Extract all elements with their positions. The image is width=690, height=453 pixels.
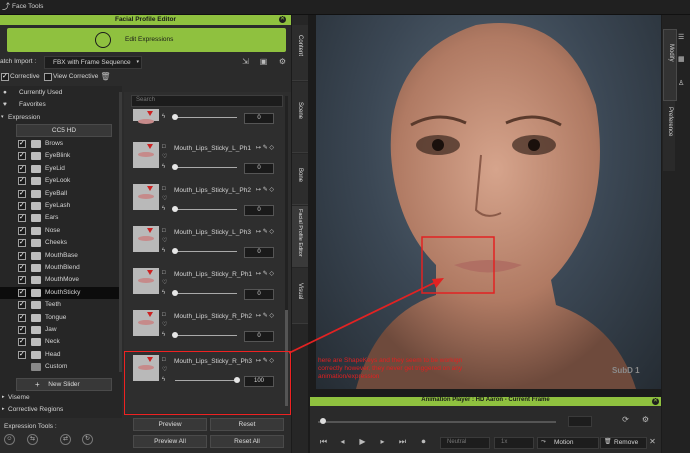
record-icon[interactable]: ⏺ [418, 436, 429, 447]
close-icon[interactable]: ✕ [647, 436, 658, 447]
speed-select[interactable]: Neutral [440, 437, 490, 449]
motion-icon: ⤳ [541, 439, 546, 445]
close-icon[interactable]: ✕ [652, 398, 659, 405]
remove-button[interactable]: 🗑 Remove [600, 437, 647, 449]
person-icon[interactable]: ♙ [678, 79, 688, 87]
tab-preference[interactable]: Preference [663, 101, 675, 171]
timeline-track[interactable] [318, 421, 556, 423]
animation-player-title: Animation Player : HD Aaron - Current Fr… [421, 397, 550, 403]
tab-preference-label: Preference [667, 107, 673, 137]
annotation-arrow [288, 278, 444, 354]
tab-modify-label: Modify [668, 44, 674, 62]
next-frame-icon[interactable]: ▸ [377, 436, 388, 447]
loop-icon[interactable]: ⟳ [620, 414, 631, 425]
motion-label: Motion [554, 439, 574, 446]
motion-select[interactable]: ⤳ Motion [537, 437, 599, 449]
skip-end-icon[interactable]: ⏭ [397, 436, 408, 447]
frame-field[interactable] [568, 416, 592, 427]
speed-label: Neutral [447, 439, 467, 445]
animation-player-header: Animation Player : HD Aaron - Current Fr… [310, 397, 661, 406]
tab-modify[interactable]: Modify [663, 29, 677, 101]
trash-icon: 🗑 [604, 439, 612, 445]
timeline-knob[interactable] [320, 418, 326, 424]
sliders-icon[interactable]: ☰ [678, 33, 688, 41]
rate-label: 1x [501, 439, 508, 445]
remove-label: Remove [614, 439, 639, 446]
settings-icon[interactable]: ⚙ [640, 414, 651, 425]
right-sidebar: Modify Preference ☰ ▦ ♙ [662, 15, 690, 453]
play-icon[interactable]: ▶ [357, 436, 368, 447]
prev-frame-icon[interactable]: ◂ [337, 436, 348, 447]
grid-icon[interactable]: ▦ [678, 55, 688, 63]
skip-start-icon[interactable]: ⏮ [318, 436, 329, 447]
rate-select[interactable]: 1x [494, 437, 534, 449]
